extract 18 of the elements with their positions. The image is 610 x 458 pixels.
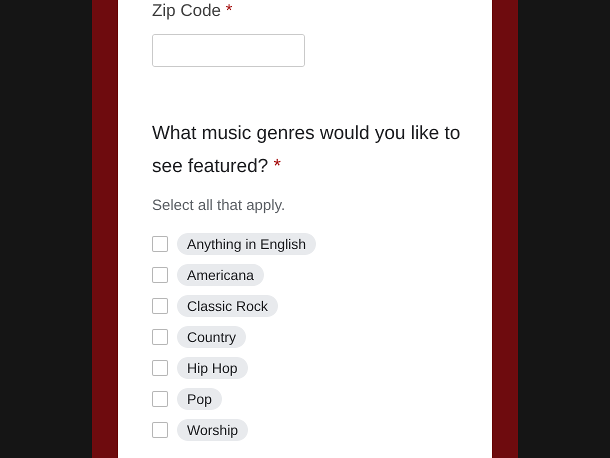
option-chip[interactable]: Country <box>177 326 246 348</box>
option-chip[interactable]: Classic Rock <box>177 295 278 317</box>
question-title: What music genres would you like to see featured? * <box>152 122 462 178</box>
checkbox[interactable] <box>152 422 168 438</box>
checkbox[interactable] <box>152 391 168 407</box>
field-label: Zip Code * <box>152 1 232 20</box>
option-chip[interactable]: Worship <box>177 419 248 441</box>
checkbox[interactable] <box>152 360 168 376</box>
checkbox[interactable] <box>152 329 168 345</box>
option-chip[interactable]: Anything in English <box>177 233 316 255</box>
option-chip[interactable]: Pop <box>177 388 222 410</box>
option-chip[interactable]: Hip Hop <box>177 357 248 379</box>
option-chip[interactable]: Americana <box>177 264 264 286</box>
checkbox[interactable] <box>152 267 168 283</box>
question-hint: Select all that apply. <box>152 196 286 216</box>
checkbox[interactable] <box>152 236 168 252</box>
checkbox[interactable] <box>152 298 168 314</box>
zip-code-field[interactable] <box>152 34 305 66</box>
